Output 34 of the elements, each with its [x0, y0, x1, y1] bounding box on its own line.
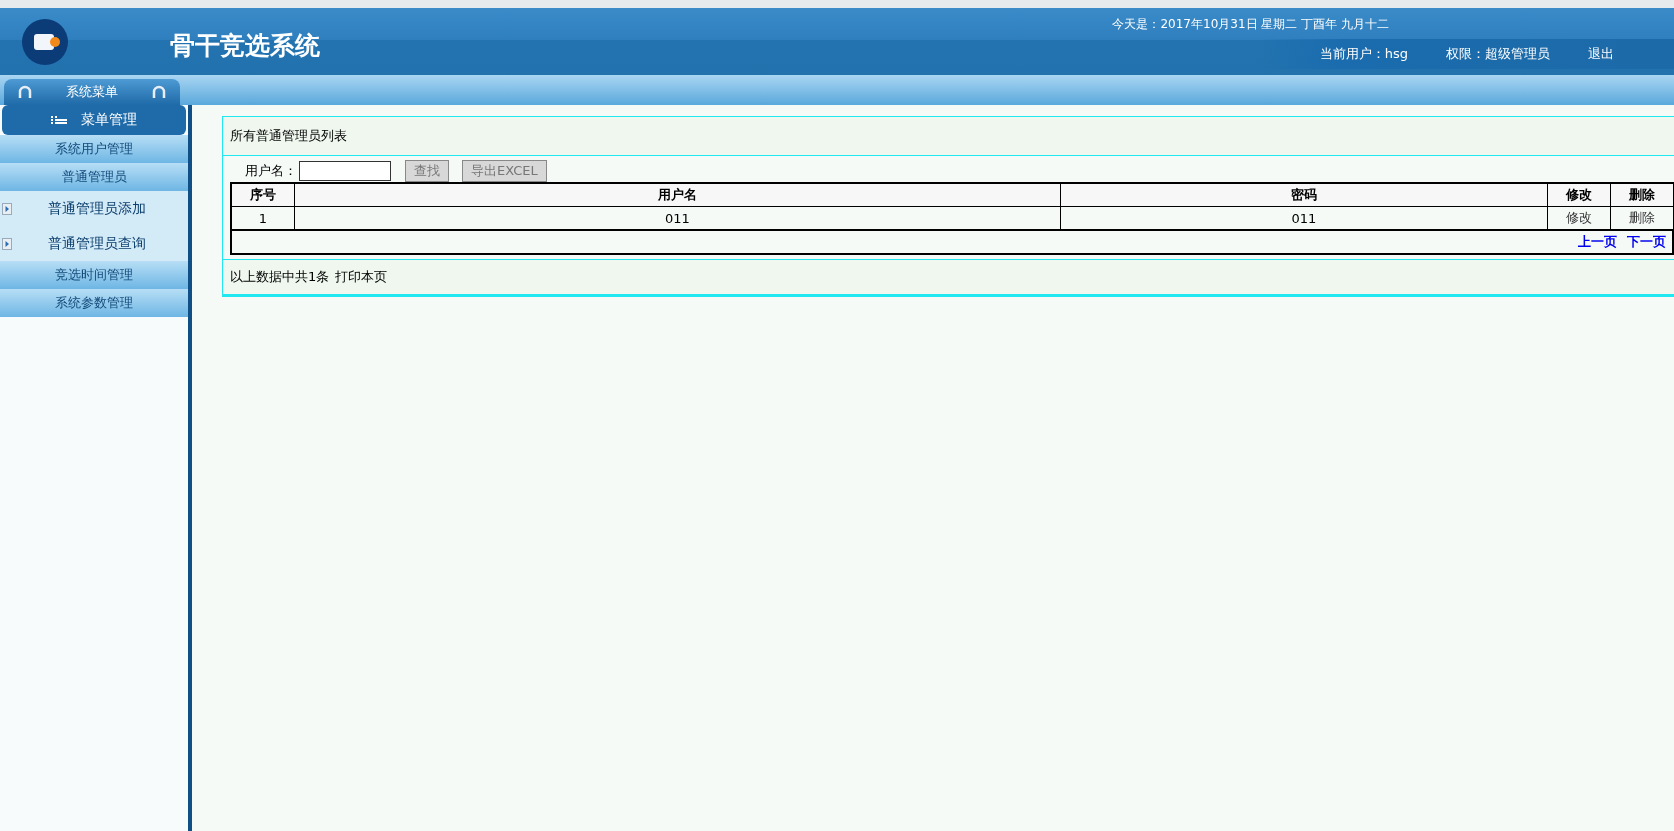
username-input[interactable]: [299, 161, 391, 181]
role-text: 权限：超级管理员: [1446, 45, 1550, 63]
menu-item[interactable]: 普通管理员添加: [0, 191, 188, 226]
summary-text: 以上数据中共1条: [230, 268, 330, 286]
menu-group[interactable]: 竞选时间管理: [0, 261, 188, 289]
menu-item[interactable]: 普通管理员查询: [0, 226, 188, 261]
menu-group[interactable]: 普通管理员: [0, 163, 188, 191]
menu-group[interactable]: 系统用户管理: [0, 135, 188, 163]
panel-title: 所有普通管理员列表: [230, 127, 347, 145]
ring-icon: [18, 85, 32, 99]
logout-link[interactable]: 退出: [1588, 45, 1614, 63]
app-title: 骨干竞选系统: [170, 30, 320, 62]
arrow-icon: [2, 237, 12, 250]
print-link[interactable]: 打印本页: [335, 268, 388, 286]
column-header: 序号: [231, 183, 295, 207]
date-text: 今天是：2017年10月31日 星期二 丁酉年 九月十二: [1112, 16, 1389, 33]
column-header: 删除: [1610, 183, 1674, 207]
field-label: 用户名：: [245, 162, 297, 180]
arrow-icon: [2, 202, 12, 215]
pager-link[interactable]: 上一页: [1578, 233, 1617, 251]
action-button[interactable]: 导出EXCEL: [462, 160, 547, 182]
column-header: 用户名: [294, 183, 1061, 207]
section-label: 菜单管理: [81, 111, 137, 129]
menu-group[interactable]: 系统参数管理: [0, 289, 188, 317]
column-header: 修改: [1547, 183, 1611, 207]
menu-title: 系统菜单: [66, 83, 118, 101]
logo-icon: [20, 16, 70, 67]
ring-icon: [152, 85, 166, 99]
pager-link[interactable]: 下一页: [1627, 233, 1666, 251]
action-button[interactable]: 查找: [405, 160, 449, 182]
grid-icon: [51, 116, 67, 124]
column-header: 密码: [1060, 183, 1548, 207]
menu-section-header[interactable]: 菜单管理: [2, 105, 186, 135]
current-user-text: 当前用户：hsg: [1319, 45, 1408, 63]
